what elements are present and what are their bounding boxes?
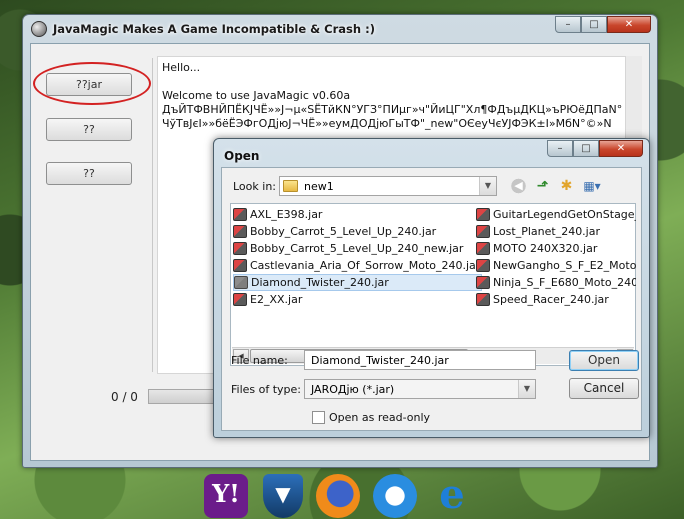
files-of-type-select[interactable]: JARОДјю (*.jar) ▼ bbox=[304, 379, 536, 399]
log-line: ЧўТвЈєI»»бёЁЭФгОДјюЈ¬ЧЁ»»еумДОДјюГыТФ"_n… bbox=[162, 117, 612, 130]
jar-file-icon bbox=[476, 225, 490, 238]
google-talk-icon[interactable]: ▼ bbox=[263, 474, 303, 518]
new-folder-icon[interactable]: ✱ bbox=[557, 177, 576, 195]
third-button[interactable]: ?? bbox=[46, 162, 132, 185]
read-only-checkbox[interactable] bbox=[312, 411, 325, 424]
file-item[interactable]: E2_XX.jar bbox=[233, 291, 482, 308]
file-name: Lost_Planet_240.jar bbox=[493, 225, 601, 238]
file-name: NewGangho_S_F_E2_Moto_2 bbox=[493, 259, 636, 272]
dialog-window-controls: – □ ✕ bbox=[547, 140, 643, 157]
log-line: Hello... bbox=[162, 61, 201, 74]
dialog-maximize-button[interactable]: □ bbox=[573, 140, 599, 157]
file-list[interactable]: AXL_E398.jar Bobby_Carrot_5_Level_Up_240… bbox=[230, 203, 636, 366]
file-name: Ninja_S_F_E680_Moto_240x3 bbox=[493, 276, 636, 289]
jar-file-icon bbox=[233, 225, 247, 238]
file-name: GuitarLegendGetOnStage_Mo bbox=[493, 208, 636, 221]
look-in-label: Look in: bbox=[233, 180, 276, 193]
file-item[interactable]: Castlevania_Aria_Of_Sorrow_Moto_240.jar bbox=[233, 257, 482, 274]
jar-file-icon bbox=[233, 259, 247, 272]
minimize-button[interactable]: – bbox=[555, 16, 581, 33]
chevron-down-icon[interactable]: ▼ bbox=[479, 177, 496, 195]
file-name: E2_XX.jar bbox=[250, 293, 303, 306]
yahoo-messenger-icon[interactable]: Y! bbox=[204, 474, 248, 518]
file-name: AXL_E398.jar bbox=[250, 208, 323, 221]
file-item-selected[interactable]: Diamond_Twister_240.jar bbox=[233, 274, 483, 291]
window-controls: – □ ✕ bbox=[555, 16, 651, 33]
folder-icon bbox=[283, 180, 298, 192]
chevron-down-icon[interactable]: ▼ bbox=[518, 380, 535, 398]
files-of-type-value: JARОДјю (*.jar) bbox=[311, 383, 395, 396]
file-item[interactable]: Bobby_Carrot_5_Level_Up_240.jar bbox=[233, 223, 482, 240]
jar-file-icon bbox=[476, 276, 490, 289]
file-item[interactable]: Ninja_S_F_E680_Moto_240x3 bbox=[476, 274, 636, 291]
file-item[interactable]: Speed_Racer_240.jar bbox=[476, 291, 636, 308]
title-bar[interactable]: JavaMagic Makes A Game Incompatible & Cr… bbox=[23, 15, 657, 43]
views-icon[interactable]: ▦▾ bbox=[580, 177, 604, 195]
jar-file-icon bbox=[476, 242, 490, 255]
dialog-body: Look in: new1 ▼ ◀ ⬏ ✱ ▦▾ AXL_E398.jar Bo… bbox=[221, 167, 642, 431]
jar-file-icon bbox=[233, 242, 247, 255]
jar-file-icon bbox=[476, 293, 490, 306]
window-title: JavaMagic Makes A Game Incompatible & Cr… bbox=[53, 22, 375, 36]
file-name: Castlevania_Aria_Of_Sorrow_Moto_240.jar bbox=[250, 259, 481, 272]
file-name: Diamond_Twister_240.jar bbox=[251, 276, 389, 289]
file-item[interactable]: NewGangho_S_F_E2_Moto_2 bbox=[476, 257, 636, 274]
jar-file-icon bbox=[476, 259, 490, 272]
dialog-close-button[interactable]: ✕ bbox=[599, 140, 643, 157]
log-line: Welcome to use JavaMagic v0.60a bbox=[162, 89, 351, 102]
file-name-label: File name: bbox=[231, 354, 288, 367]
look-in-select[interactable]: new1 ▼ bbox=[279, 176, 497, 196]
second-button[interactable]: ?? bbox=[46, 118, 132, 141]
look-in-value: new1 bbox=[304, 180, 334, 193]
file-item[interactable]: Lost_Planet_240.jar bbox=[476, 223, 636, 240]
jar-button[interactable]: ??jar bbox=[46, 73, 132, 96]
up-folder-icon[interactable]: ⬏ bbox=[533, 177, 552, 195]
internet-explorer-icon[interactable]: e bbox=[430, 474, 474, 518]
file-item[interactable]: Bobby_Carrot_5_Level_Up_240_new.jar bbox=[233, 240, 482, 257]
file-column: GuitarLegendGetOnStage_Mo Lost_Planet_24… bbox=[476, 206, 636, 308]
dialog-minimize-button[interactable]: – bbox=[547, 140, 573, 157]
windows-media-player-icon[interactable] bbox=[373, 474, 417, 518]
files-of-type-label: Files of type: bbox=[231, 383, 302, 396]
file-name-field[interactable]: Diamond_Twister_240.jar bbox=[304, 350, 536, 370]
file-item[interactable]: AXL_E398.jar bbox=[233, 206, 482, 223]
jar-file-icon bbox=[233, 208, 247, 221]
file-name: Bobby_Carrot_5_Level_Up_240.jar bbox=[250, 225, 437, 238]
file-name: MOTO 240X320.jar bbox=[493, 242, 598, 255]
dialog-title: Open bbox=[224, 149, 260, 163]
file-name: Speed_Racer_240.jar bbox=[493, 293, 609, 306]
cancel-button[interactable]: Cancel bbox=[569, 378, 639, 399]
file-name: Bobby_Carrot_5_Level_Up_240_new.jar bbox=[250, 242, 464, 255]
log-line: ДъЙТФВНЙПЁКЈЧЁ»»J¬µ«SЁТйКN°УГЗ°ПИµг»ч"Йи… bbox=[162, 103, 623, 116]
read-only-label: Open as read-only bbox=[329, 411, 431, 424]
app-icon bbox=[31, 21, 47, 37]
firefox-icon[interactable] bbox=[316, 474, 360, 518]
back-icon[interactable]: ◀ bbox=[509, 177, 528, 195]
jar-file-icon bbox=[233, 293, 247, 306]
file-item[interactable]: MOTO 240X320.jar bbox=[476, 240, 636, 257]
file-column: AXL_E398.jar Bobby_Carrot_5_Level_Up_240… bbox=[233, 206, 483, 308]
open-dialog: Open – □ ✕ Look in: new1 ▼ ◀ ⬏ ✱ ▦▾ AXL_… bbox=[213, 138, 650, 438]
jar-file-icon bbox=[476, 208, 490, 221]
divider bbox=[152, 58, 153, 372]
open-button[interactable]: Open bbox=[569, 350, 639, 371]
jar-file-icon bbox=[234, 276, 248, 289]
maximize-button[interactable]: □ bbox=[581, 16, 607, 33]
file-item[interactable]: GuitarLegendGetOnStage_Mo bbox=[476, 206, 636, 223]
close-button[interactable]: ✕ bbox=[607, 16, 651, 33]
progress-count: 0 / 0 bbox=[111, 390, 138, 404]
